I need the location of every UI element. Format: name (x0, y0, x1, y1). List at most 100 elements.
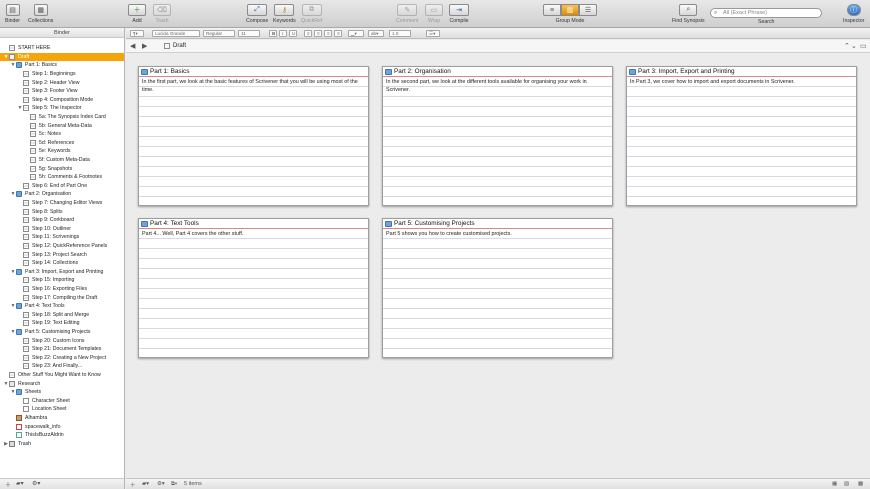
outliner-mode-icon[interactable]: ☰ (579, 4, 597, 16)
gear-icon[interactable]: ⚙▾ (157, 481, 165, 487)
collections-button[interactable]: ▦ Collections (28, 4, 53, 24)
add-item-icon[interactable]: ＋ (5, 480, 11, 489)
paragraph-style-menu[interactable]: ¶▾ (130, 30, 144, 37)
font-family-select[interactable]: Lucida Grande (152, 30, 200, 37)
highlight-button[interactable]: ab▾ (368, 30, 384, 37)
group-mode-control[interactable]: ≡ ▥ ☰ Group Mode (543, 4, 597, 24)
card-title[interactable]: Part 1: Basics (139, 67, 368, 77)
binder-item[interactable]: ▶ Trash (0, 440, 124, 449)
card-synopsis[interactable]: Part 4... Well, Part 4 covers the other … (139, 229, 368, 238)
binder-item[interactable]: 5b: General Meta-Data (0, 121, 124, 130)
binder-item[interactable]: ▼ Draft (0, 52, 124, 62)
binder-item[interactable]: Step 1: Beginnings (0, 70, 124, 79)
binder-item[interactable]: 5g: Snapshots (0, 164, 124, 173)
card-synopsis[interactable]: In Part 3, we cover how to import and ex… (627, 77, 856, 86)
font-size-field[interactable]: 11 (238, 30, 260, 37)
binder-item[interactable]: Step 14: Collections (0, 259, 124, 268)
back-arrow-icon[interactable]: ◀ (130, 42, 135, 50)
card-synopsis[interactable]: In the second part, we look at the diffe… (383, 77, 612, 95)
binder-item[interactable]: Character Sheet (0, 397, 124, 406)
corkboard-mode-icon[interactable]: ▥ (561, 4, 579, 16)
binder-item[interactable]: ▼ Part 1: Basics (0, 61, 124, 70)
binder-item[interactable]: ▼ Step 5: The Inspector (0, 104, 124, 113)
binder-item[interactable]: ▼ Sheets (0, 388, 124, 397)
binder-item[interactable]: 5h: Comments & Footnotes (0, 173, 124, 182)
chevron-up-icon[interactable]: ⌃ (844, 42, 850, 50)
cards-grid-icon[interactable]: ▩ (858, 481, 863, 487)
folder-menu-icon[interactable]: ▰▾ (142, 481, 149, 487)
underline-button[interactable]: U (289, 30, 297, 37)
freeform-icon[interactable]: ▧ (844, 481, 849, 487)
align-justify-button[interactable]: ≡ (334, 30, 342, 37)
inspector-button[interactable]: ⓘ Inspector (843, 4, 864, 24)
bold-button[interactable]: B (269, 30, 277, 37)
binder-item[interactable]: Step 11: Scrivenings (0, 233, 124, 242)
binder-item[interactable]: Step 22: Creating a New Project (0, 354, 124, 363)
card-title[interactable]: Part 4: Text Tools (139, 219, 368, 229)
binder-item[interactable]: Step 16: Exporting Files (0, 285, 124, 294)
align-center-button[interactable]: ≡ (314, 30, 322, 37)
binder-item[interactable]: Alhambra (0, 414, 124, 423)
add-folder-icon[interactable]: ▰▾ (16, 480, 24, 487)
index-card[interactable]: Part 2: Organisation In the second part, … (382, 66, 613, 206)
chevron-down-icon[interactable]: ⌄ (851, 42, 857, 50)
index-card[interactable]: Part 1: Basics In the first part, we look… (138, 66, 369, 206)
binder-item[interactable]: Step 18: Split and Merge (0, 311, 124, 320)
binder-item[interactable]: Step 6: End of Part One (0, 182, 124, 191)
binder-item[interactable]: 5a: The Synopsis Index Card (0, 113, 124, 122)
scrivenings-mode-icon[interactable]: ≡ (543, 4, 561, 16)
binder-item[interactable]: ▼ Part 3: Import, Export and Printing (0, 268, 124, 277)
keywords-button[interactable]: ⚷ Keywords (273, 4, 296, 24)
binder-item[interactable]: ▼ Part 2: Organisation (0, 190, 124, 199)
arrange-icon[interactable]: ⧉▾ (171, 481, 177, 488)
compose-button[interactable]: ⤢ Compose (246, 4, 268, 24)
find-synopsis-button[interactable]: ⌕ Find Synopsis (672, 4, 705, 24)
binder-item[interactable]: ▼ Research (0, 379, 124, 388)
binder-item[interactable]: Location Sheet (0, 405, 124, 414)
index-card[interactable]: Part 3: Import, Export and Printing In Pa… (626, 66, 857, 206)
compile-button[interactable]: ⇥ Compile (449, 4, 469, 24)
split-editor-icon[interactable]: ▭ (860, 42, 867, 50)
italic-button[interactable]: I (279, 30, 287, 37)
list-bullets-button[interactable]: ☰▾ (426, 30, 440, 37)
line-spacing-select[interactable]: 1.0 (389, 30, 411, 37)
index-card[interactable]: Part 4: Text Tools Part 4... Well, Part 4… (138, 218, 369, 358)
font-style-select[interactable]: Regular (203, 30, 235, 37)
corkboard[interactable]: Part 1: Basics In the first part, we look… (126, 54, 870, 478)
binder-item[interactable]: Step 10: Outliner (0, 225, 124, 234)
binder-item[interactable]: Other Stuff You Might Want to Know (0, 371, 124, 380)
add-button[interactable]: ＋ Add (128, 4, 146, 24)
binder-item[interactable]: ▼ Part 4: Text Tools (0, 302, 124, 311)
editor-title[interactable]: Draft (164, 43, 186, 49)
binder-item[interactable]: Step 12: QuickReference Panels (0, 242, 124, 251)
index-card[interactable]: Part 5: Customising Projects Part 5 shows… (382, 218, 613, 358)
align-left-button[interactable]: ≡ (304, 30, 312, 37)
binder-item[interactable]: 5f: Custom Meta-Data (0, 156, 124, 165)
card-synopsis[interactable]: In the first part, we look at the basic … (139, 77, 368, 95)
binder-item[interactable]: Step 9: Corkboard (0, 216, 124, 225)
binder-item[interactable]: Step 19: Text Editing (0, 319, 124, 328)
binder-item[interactable]: Step 3: Footer View (0, 87, 124, 96)
card-title[interactable]: Part 3: Import, Export and Printing (627, 67, 856, 77)
binder-item[interactable]: START HERE (0, 44, 124, 53)
binder-item[interactable]: spacewalk_info (0, 422, 124, 431)
search-input[interactable]: ⌕ All (Exact Phrase) (710, 8, 822, 18)
forward-arrow-icon[interactable]: ▶ (142, 42, 147, 50)
binder-item[interactable]: ▼ Part 5: Customising Projects (0, 328, 124, 337)
align-right-button[interactable]: ≡ (324, 30, 332, 37)
binder-item[interactable]: Step 7: Changing Editor Views (0, 199, 124, 208)
trash-button[interactable]: ⌫ Trash (153, 4, 171, 24)
binder-item[interactable]: Step 17: Compiling the Draft (0, 293, 124, 302)
binder-list[interactable]: START HERE ▼ Draft ▼ Part 1: Basics Step 1: B… (0, 38, 124, 478)
card-view-icon[interactable]: ▦ (832, 481, 837, 487)
binder-item[interactable]: 5c: Notes (0, 130, 124, 139)
card-title[interactable]: Part 5: Customising Projects (383, 219, 612, 229)
binder-item[interactable]: Step 15: Importing (0, 276, 124, 285)
gear-icon[interactable]: ⚙▾ (32, 480, 40, 487)
quickref-button[interactable]: ⧉ QuickRef (301, 4, 322, 24)
binder-item[interactable]: Step 2: Header View (0, 78, 124, 87)
binder-item[interactable]: ThisIsBuzzAldrin (0, 431, 124, 440)
binder-item[interactable]: Step 8: Splits (0, 207, 124, 216)
binder-item[interactable]: Step 23: And Finally... (0, 362, 124, 371)
text-color-button[interactable]: ▁▾ (348, 30, 364, 37)
